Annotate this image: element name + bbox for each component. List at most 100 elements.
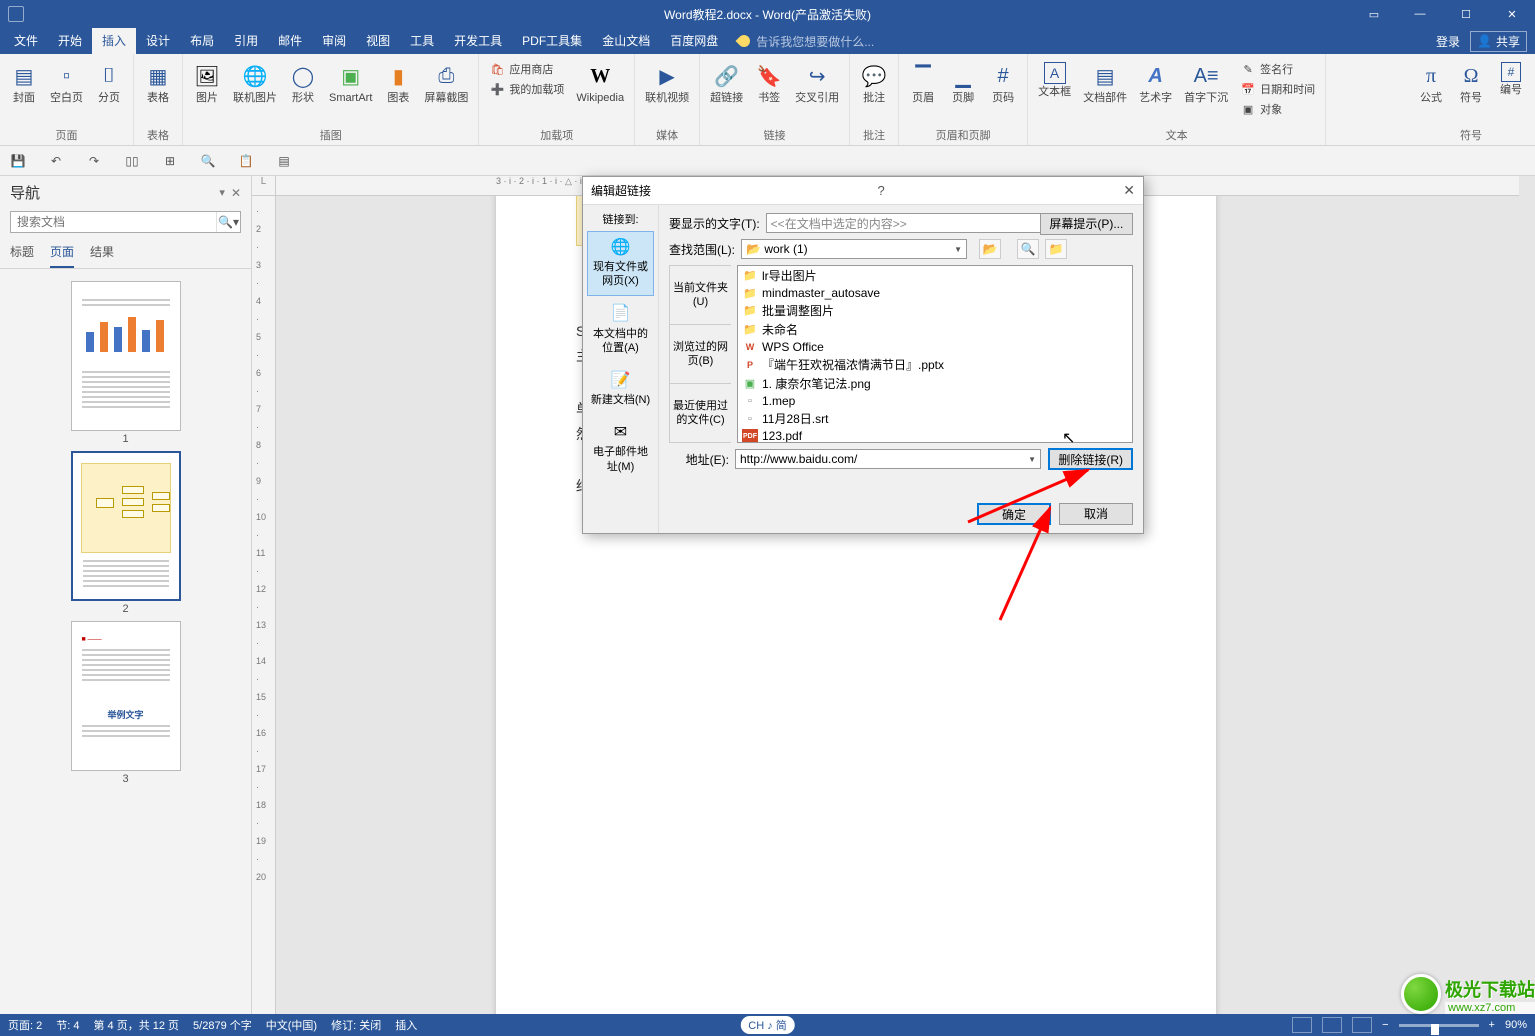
nav-search-input[interactable]	[11, 212, 216, 232]
tab-layout[interactable]: 布局	[180, 28, 224, 54]
nav-tab-results[interactable]: 结果	[90, 243, 114, 268]
status-words[interactable]: 5/2879 个字	[193, 1017, 252, 1033]
tab-references[interactable]: 引用	[224, 28, 268, 54]
status-language[interactable]: 中文(中国)	[266, 1017, 317, 1033]
dialog-titlebar[interactable]: 编辑超链接 ? ✕	[583, 177, 1143, 205]
bookmark-button[interactable]: 🔖书签	[751, 60, 787, 106]
cancel-button[interactable]: 取消	[1059, 503, 1133, 525]
footer-button[interactable]: ▁页脚	[945, 60, 981, 106]
tell-me-search[interactable]: 告诉我您想要做什么...	[738, 33, 874, 50]
tab-file[interactable]: 文件	[4, 28, 48, 54]
maximize-button[interactable]: ☐	[1443, 0, 1489, 28]
screentip-button[interactable]: 屏幕提示(P)...	[1040, 213, 1133, 235]
dialog-help-icon[interactable]: ?	[878, 183, 885, 198]
equation-button[interactable]: π公式	[1413, 60, 1449, 106]
link-to-file-web[interactable]: 🌐现有文件或网页(X)	[587, 231, 654, 296]
ime-badge[interactable]: CH ♪ 简	[740, 1016, 795, 1034]
current-folder-tab[interactable]: 当前文件夹(U)	[669, 265, 731, 324]
link-to-email[interactable]: ✉电子邮件地址(M)	[587, 416, 654, 481]
zoom-in-icon[interactable]: +	[1489, 1019, 1495, 1031]
pin-icon[interactable]: ▾	[219, 186, 225, 199]
search-icon[interactable]: 🔍▾	[216, 212, 240, 232]
quickparts-button[interactable]: ▤文档部件	[1079, 60, 1131, 106]
status-insert[interactable]: 插入	[395, 1017, 417, 1033]
login-link[interactable]: 登录	[1436, 33, 1460, 50]
tab-baidu[interactable]: 百度网盘	[660, 28, 728, 54]
file-item[interactable]: 📁未命名	[738, 320, 1132, 339]
screenshot-button[interactable]: ⎙屏幕截图	[420, 60, 472, 106]
thumbnail-1[interactable]: 1	[71, 281, 181, 445]
close-button[interactable]: ✕	[1489, 0, 1535, 28]
file-item[interactable]: WWPS Office	[738, 339, 1132, 355]
status-section[interactable]: 节: 4	[56, 1017, 79, 1033]
view-read-icon[interactable]	[1292, 1017, 1312, 1033]
recent-files-tab[interactable]: 最近使用过的文件(C)	[669, 383, 731, 443]
qat-btn-4[interactable]: ▯▯	[122, 151, 142, 171]
file-list[interactable]: 📁lr导出图片 📁mindmaster_autosave 📁批量调整图片 📁未命…	[737, 265, 1133, 443]
tab-pdf[interactable]: PDF工具集	[512, 28, 592, 54]
file-item[interactable]: ▫11月28日.srt	[738, 409, 1132, 428]
online-picture-button[interactable]: 🌐联机图片	[229, 60, 281, 106]
file-item[interactable]: 📁批量调整图片	[738, 301, 1132, 320]
dialog-close-icon[interactable]: ✕	[1123, 182, 1135, 199]
qat-btn-5[interactable]: ⊞	[160, 151, 180, 171]
browse-web-icon[interactable]: 🔍	[1017, 239, 1039, 259]
textbox-button[interactable]: A文本框	[1034, 60, 1075, 100]
tab-home[interactable]: 开始	[48, 28, 92, 54]
tab-developer[interactable]: 开发工具	[444, 28, 512, 54]
wikipedia-button[interactable]: WWikipedia	[572, 60, 628, 106]
view-web-icon[interactable]	[1352, 1017, 1372, 1033]
page-break-button[interactable]: ⌷分页	[91, 60, 127, 106]
tab-wps[interactable]: 金山文档	[592, 28, 660, 54]
signature-line-button[interactable]: ✎签名行	[1236, 60, 1319, 78]
zoom-value[interactable]: 90%	[1505, 1019, 1527, 1031]
wordart-button[interactable]: A艺术字	[1135, 60, 1176, 106]
undo-icon[interactable]: ↶	[46, 151, 66, 171]
comment-button[interactable]: 💬批注	[856, 60, 892, 106]
shapes-button[interactable]: ◯形状	[285, 60, 321, 106]
qat-btn-6[interactable]: 🔍	[198, 151, 218, 171]
hyperlink-button[interactable]: 🔗超链接	[706, 60, 747, 106]
blank-page-button[interactable]: ▫空白页	[46, 60, 87, 106]
ribbon-options-icon[interactable]: ▭	[1351, 0, 1397, 28]
qat-btn-8[interactable]: ▤	[274, 151, 294, 171]
file-item[interactable]: 📁lr导出图片	[738, 266, 1132, 285]
tab-insert[interactable]: 插入	[92, 28, 136, 54]
redo-icon[interactable]: ↷	[84, 151, 104, 171]
date-time-button[interactable]: 📅日期和时间	[1236, 80, 1319, 98]
my-addins-button[interactable]: ➕我的加载项	[485, 80, 568, 98]
browsed-pages-tab[interactable]: 浏览过的网页(B)	[669, 324, 731, 383]
thumbnail-3[interactable]: ■ —— 举例文字 3	[71, 621, 181, 785]
smartart-button[interactable]: ▣SmartArt	[325, 60, 376, 106]
look-in-combo[interactable]: 📂 work (1)▼	[741, 239, 967, 259]
file-item[interactable]: ▫1.mep	[738, 393, 1132, 409]
picture-button[interactable]: 🖼图片	[189, 60, 225, 106]
page-number-button[interactable]: #页码	[985, 60, 1021, 106]
zoom-out-icon[interactable]: −	[1382, 1019, 1388, 1031]
chart-button[interactable]: ▮图表	[380, 60, 416, 106]
vertical-ruler[interactable]: ·2·3·4·5·6·7·8·9·10·11·12·13·14·15·16·17…	[252, 196, 276, 1014]
address-input[interactable]: http://www.baidu.com/▼	[735, 449, 1041, 469]
thumbnail-2[interactable]: 2	[71, 451, 181, 615]
tab-review[interactable]: 审阅	[312, 28, 356, 54]
tab-tools[interactable]: 工具	[400, 28, 444, 54]
save-icon[interactable]: 💾	[8, 151, 28, 171]
file-item[interactable]: ▣1. 康奈尔笔记法.png	[738, 374, 1132, 393]
nav-close-icon[interactable]: ✕	[231, 186, 241, 200]
cover-page-button[interactable]: ▤封面	[6, 60, 42, 106]
zoom-slider[interactable]	[1399, 1024, 1479, 1027]
status-pages[interactable]: 第 4 页，共 12 页	[93, 1017, 179, 1033]
link-to-new-doc[interactable]: 📝新建文档(N)	[587, 364, 654, 414]
link-to-place-in-doc[interactable]: 📄本文档中的位置(A)	[587, 298, 654, 363]
share-button[interactable]: 👤共享	[1470, 31, 1527, 52]
status-revisions[interactable]: 修订: 关闭	[331, 1017, 381, 1033]
dropcap-button[interactable]: A≡首字下沉	[1180, 60, 1232, 106]
store-button[interactable]: 🛍应用商店	[485, 60, 568, 78]
file-item[interactable]: 📁mindmaster_autosave	[738, 285, 1132, 301]
header-button[interactable]: ▔页眉	[905, 60, 941, 106]
up-folder-icon[interactable]: 📂	[979, 239, 1001, 259]
cross-ref-button[interactable]: ↪交叉引用	[791, 60, 843, 106]
ok-button[interactable]: 确定	[977, 503, 1051, 525]
view-print-icon[interactable]	[1322, 1017, 1342, 1033]
table-button[interactable]: ▦表格	[140, 60, 176, 106]
